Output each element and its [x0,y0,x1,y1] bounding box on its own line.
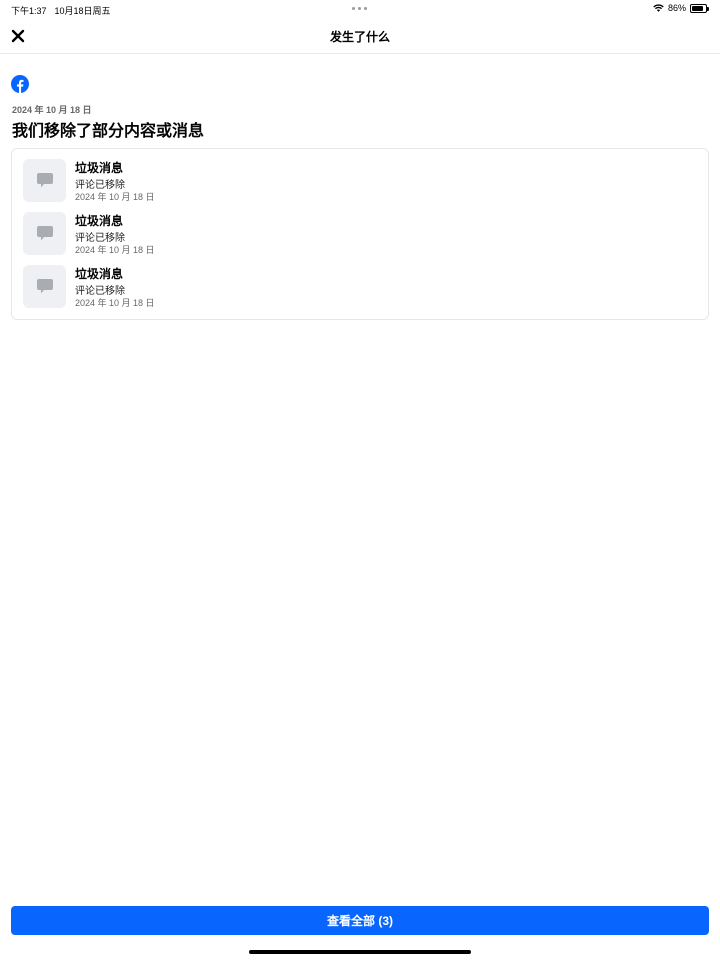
page-title: 发生了什么 [329,30,390,44]
item-status: 评论已移除 [75,180,125,191]
item-title: 垃圾消息 [75,214,124,228]
battery-icon [690,3,709,13]
item-title: 垃圾消息 [75,161,124,175]
view-all-button[interactable]: 查看全部 (3) [11,906,709,935]
list-item[interactable]: 垃圾消息 评论已移除 2024 年 10 月 18 日 [23,159,683,203]
status-time: 下午1:37 [11,6,47,16]
status-right: 86% [653,3,709,13]
item-thumbnail [23,212,66,255]
item-status: 评论已移除 [75,286,125,297]
nav-header: 发生了什么 [0,18,720,54]
item-thumbnail [23,265,66,308]
notice-headline: 我们移除了部分内容或消息 [12,123,205,140]
list-item[interactable]: 垃圾消息 评论已移除 2024 年 10 月 18 日 [23,212,683,256]
facebook-logo-icon [11,75,29,93]
item-date: 2024 年 10 月 18 日 [75,192,155,202]
status-left: 下午1:37 10月18日周五 [11,4,111,17]
list-item[interactable]: 垃圾消息 评论已移除 2024 年 10 月 18 日 [23,265,683,309]
removed-content-list: 垃圾消息 评论已移除 2024 年 10 月 18 日 垃圾消息 评论已移除 2… [11,148,709,320]
comment-icon [36,226,53,241]
item-date: 2024 年 10 月 18 日 [75,298,155,308]
home-indicator[interactable] [249,950,471,954]
status-bar: 下午1:37 10月18日周五 86% [0,0,720,18]
battery-percent: 86% [667,3,686,13]
item-title: 垃圾消息 [75,267,124,281]
multitasking-dots-icon[interactable] [352,7,367,10]
comment-icon [36,173,53,188]
wifi-icon [653,4,664,12]
item-status: 评论已移除 [75,233,125,244]
comment-icon [36,279,53,294]
notice-date: 2024 年 10 月 18 日 [12,105,92,115]
battery-level [692,5,704,11]
page: 下午1:37 10月18日周五 86% 发生了什么 2024 年 10 月 18… [0,0,720,960]
item-thumbnail [23,159,66,202]
item-date: 2024 年 10 月 18 日 [75,245,155,255]
status-date: 10月18日周五 [54,6,111,16]
